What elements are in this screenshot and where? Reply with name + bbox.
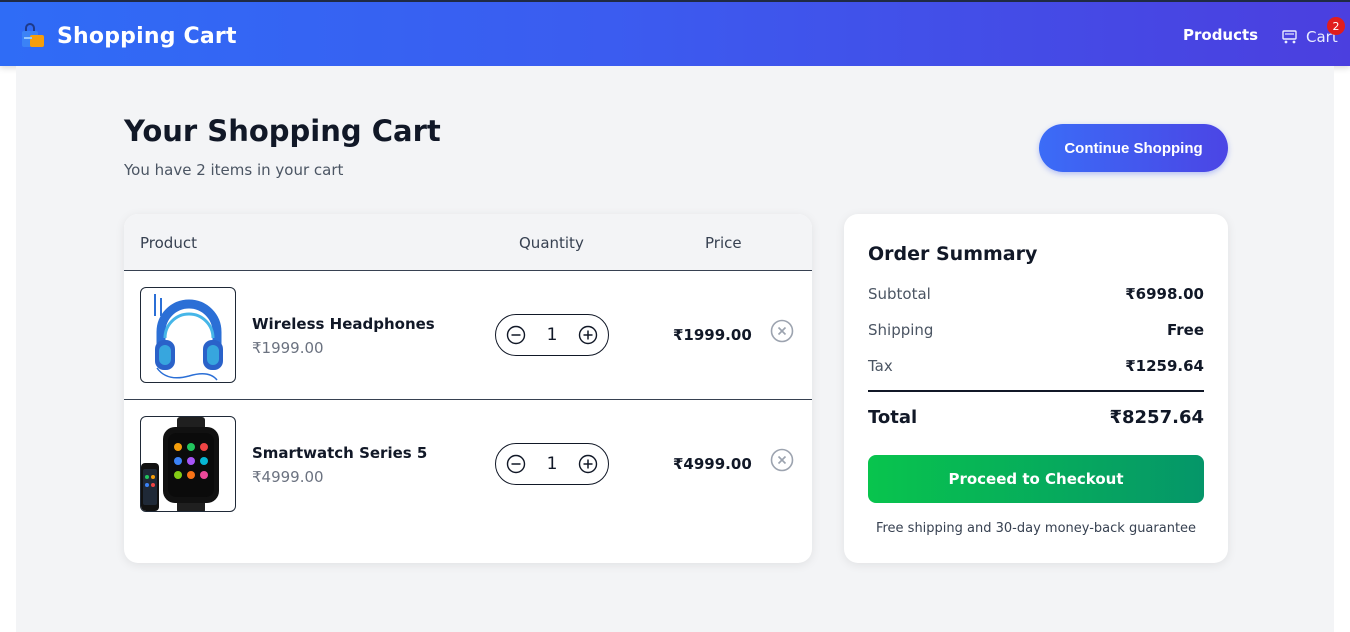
tax-value: ₹1259.64 (1125, 357, 1204, 375)
decrease-quantity-icon[interactable] (506, 325, 526, 345)
cart-table: Product Quantity Price Wireless Headphon… (124, 214, 812, 563)
shipping-value: Free (1166, 321, 1204, 339)
tax-row: Tax ₹1259.64 (868, 357, 1204, 377)
column-header-price: Price (705, 234, 742, 252)
quantity-stepper: 1 (495, 443, 609, 485)
subtotal-row: Subtotal ₹6998.00 (868, 285, 1204, 305)
continue-shopping-button[interactable]: Continue Shopping (1039, 124, 1228, 172)
unit-price: ₹4999.00 (252, 468, 324, 486)
table-row: Wireless Headphones ₹1999.00 1 ₹1999.00 (124, 271, 812, 400)
product-name[interactable]: Smartwatch Series 5 (252, 444, 427, 462)
line-total-price: ₹4999.00 (673, 455, 752, 473)
column-header-quantity: Quantity (519, 234, 584, 252)
subtotal-label: Subtotal (868, 285, 931, 303)
shopping-bag-icon (20, 23, 46, 49)
remove-item-icon[interactable] (770, 448, 794, 472)
quantity-value: 1 (546, 454, 558, 474)
total-row: Total ₹8257.64 (868, 407, 1204, 431)
cart-icon (1282, 30, 1299, 44)
quantity-value: 1 (546, 325, 558, 345)
tax-label: Tax (868, 357, 893, 375)
table-row: Smartwatch Series 5 ₹4999.00 1 ₹4999.00 (124, 400, 812, 529)
summary-divider (868, 390, 1204, 392)
increase-quantity-icon[interactable] (578, 325, 598, 345)
headphones-image[interactable] (140, 287, 236, 383)
cart-count-badge: 2 (1327, 17, 1345, 35)
smartwatch-image[interactable] (140, 416, 236, 512)
decrease-quantity-icon[interactable] (506, 454, 526, 474)
quantity-stepper: 1 (495, 314, 609, 356)
product-name[interactable]: Wireless Headphones (252, 315, 435, 333)
subtotal-value: ₹6998.00 (1125, 285, 1204, 303)
app-title: Shopping Cart (57, 23, 237, 49)
order-summary-title: Order Summary (868, 243, 1038, 265)
order-summary: Order Summary Subtotal ₹6998.00 Shipping… (844, 214, 1228, 563)
guarantee-text: Free shipping and 30-day money-back guar… (875, 521, 1197, 536)
page-title: Your Shopping Cart (124, 114, 441, 148)
top-navbar: Shopping Cart Products Cart 2 (0, 0, 1350, 66)
total-label: Total (868, 407, 918, 428)
shipping-row: Shipping Free (868, 321, 1204, 341)
unit-price: ₹1999.00 (252, 339, 324, 357)
total-value: ₹8257.64 (1109, 407, 1204, 428)
column-header-product: Product (140, 234, 197, 252)
proceed-to-checkout-button[interactable]: Proceed to Checkout (868, 455, 1204, 503)
nav-products-link[interactable]: Products (1183, 26, 1258, 44)
line-total-price: ₹1999.00 (673, 326, 752, 344)
table-header: Product Quantity Price (124, 214, 812, 271)
increase-quantity-icon[interactable] (578, 454, 598, 474)
shipping-label: Shipping (868, 321, 934, 339)
remove-item-icon[interactable] (770, 319, 794, 343)
brand[interactable]: Shopping Cart (20, 20, 237, 52)
cart-item-count-text: You have 2 items in your cart (124, 161, 344, 179)
